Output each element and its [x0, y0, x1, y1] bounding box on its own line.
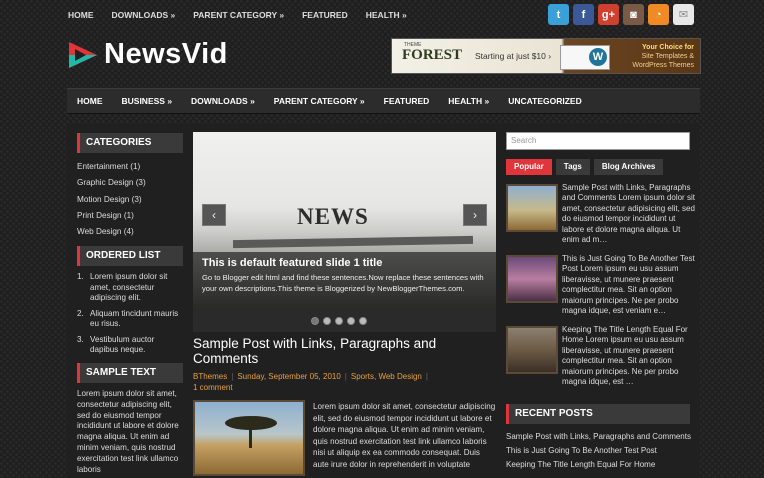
top-nav-parent-category[interactable]: PARENT CATEGORY » [193, 10, 284, 20]
banner-tagline: Your Choice for Site Templates & WordPre… [632, 44, 694, 69]
popular-post-text[interactable]: This is Just Going To Be Another Test Po… [562, 254, 696, 316]
category-link[interactable]: Web Design (4) [77, 224, 183, 240]
banner-brand: FOREST [402, 47, 463, 63]
slider-prev-button[interactable]: ‹ [202, 204, 226, 226]
nav-home[interactable]: HOME [77, 96, 103, 106]
nav-uncategorized[interactable]: UNCATEGORIZED [508, 96, 582, 106]
top-nav-featured[interactable]: FEATURED [302, 10, 348, 20]
post-labels[interactable]: Sports, Web Design [351, 372, 422, 381]
post-comments[interactable]: 1 comment [193, 382, 496, 393]
list-item: 3. Vestibulum auctor dapibus neque. [77, 334, 155, 355]
banner-price: Starting at just $10 › [475, 51, 552, 61]
popular-post-thumbnail[interactable] [506, 326, 558, 374]
slider-dot[interactable] [323, 317, 331, 325]
slide-image-detail [232, 235, 474, 249]
recent-posts-list: Sample Post with Links, Paragraphs and C… [506, 430, 696, 472]
slide-title[interactable]: This is default featured slide 1 title [202, 257, 487, 269]
slide-image-word: NEWS [297, 204, 369, 229]
slider-dot[interactable] [359, 317, 367, 325]
post-date: Sunday, September 05, 2010 [237, 372, 341, 381]
recent-post-link[interactable]: Sample Post with Links, Paragraphs and C… [506, 430, 696, 444]
post-author[interactable]: BThemes [193, 372, 227, 381]
ordered-list-widget: ORDERED LIST 1. Lorem ipsum dolor sit ame… [77, 246, 183, 361]
nav-parent-category[interactable]: PARENT CATEGORY » [274, 96, 365, 106]
slider-dot[interactable] [347, 317, 355, 325]
widget-title: CATEGORIES [77, 133, 183, 153]
categories-widget: CATEGORIES Entertainment (1) Graphic Des… [77, 133, 183, 240]
sidebar-tabs: Popular Tags Blog Archives [506, 159, 664, 175]
nav-downloads[interactable]: DOWNLOADS » [191, 96, 255, 106]
top-nav-health[interactable]: HEALTH » [366, 10, 407, 20]
slide-caption: This is default featured slide 1 title G… [193, 252, 496, 310]
category-link[interactable]: Motion Design (3) [77, 192, 183, 208]
tab-tags[interactable]: Tags [555, 159, 590, 175]
email-icon[interactable]: ✉ [673, 4, 694, 25]
google-plus-icon[interactable]: g+ [598, 4, 619, 25]
slide-description: Go to Blogger edit html and find these s… [202, 273, 484, 293]
slider-dot[interactable] [335, 317, 343, 325]
search-input[interactable]: Search [506, 132, 690, 150]
post-thumbnail[interactable] [193, 400, 305, 476]
slider-dot[interactable] [311, 317, 319, 325]
featured-slider: NEWS ‹ › This is default featured slide … [193, 132, 496, 332]
main-nav: HOME BUSINESS » DOWNLOADS » PARENT CATEG… [67, 88, 700, 114]
top-nav: HOME DOWNLOADS » PARENT CATEGORY » FEATU… [68, 10, 425, 20]
sample-text-widget: SAMPLE TEXT Lorem ipsum dolor sit amet, … [77, 363, 183, 475]
top-bar: HOME DOWNLOADS » PARENT CATEGORY » FEATU… [0, 0, 764, 32]
popular-post-thumbnail[interactable] [506, 255, 558, 303]
post-meta: BThemes | Sunday, September 05, 2010 | Sport… [193, 371, 496, 393]
tab-blog-archives[interactable]: Blog Archives [593, 159, 664, 175]
recent-post-link[interactable]: Keeping The Title Length Equal For Home [506, 458, 696, 472]
nav-business[interactable]: BUSINESS » [122, 96, 173, 106]
popular-post-text[interactable]: Sample Post with Links, Paragraphs and C… [562, 183, 696, 245]
popular-post-thumbnail[interactable] [506, 184, 558, 232]
nav-featured[interactable]: FEATURED [384, 96, 430, 106]
twitter-icon[interactable]: t [548, 4, 569, 25]
facebook-icon[interactable]: f [573, 4, 594, 25]
post-excerpt: Lorem ipsum dolor sit amet, consectetur … [313, 402, 496, 469]
list-item: 1. Lorem ipsum dolor sit amet, consectetu… [77, 272, 168, 302]
nav-health[interactable]: HEALTH » [448, 96, 489, 106]
wordpress-icon [560, 45, 610, 70]
category-link[interactable]: Graphic Design (3) [77, 175, 183, 191]
rss-icon[interactable]: ◔ [648, 4, 669, 25]
site-title: NewsVid [104, 38, 228, 70]
play-logo-icon [69, 41, 97, 68]
list-item: 2. Aliquam tincidunt mauris eu risus. [77, 308, 179, 329]
site-logo[interactable]: NewsVid [66, 38, 228, 71]
top-nav-home[interactable]: HOME [68, 10, 94, 20]
tab-popular[interactable]: Popular [506, 159, 552, 175]
popular-post-text[interactable]: Keeping The Title Length Equal For Home … [562, 325, 696, 387]
category-link[interactable]: Entertainment (1) [77, 159, 183, 175]
sample-text-body: Lorem ipsum dolor sit amet, consectetur … [77, 389, 179, 474]
post-title[interactable]: Sample Post with Links, Paragraphs and C… [193, 336, 493, 366]
slider-pagination [311, 317, 367, 325]
category-link[interactable]: Print Design (1) [77, 208, 183, 224]
recent-post-link[interactable]: This is Just Going To Be Another Test Po… [506, 444, 696, 458]
widget-title: RECENT POSTS [506, 404, 690, 424]
slider-next-button[interactable]: › [463, 204, 487, 226]
top-nav-downloads[interactable]: DOWNLOADS » [112, 10, 176, 20]
recent-posts-widget: RECENT POSTS [506, 404, 690, 424]
widget-title: SAMPLE TEXT [77, 363, 183, 383]
social-icons: t f g+ ◙ ◔ ✉ [548, 4, 694, 25]
themeforest-banner[interactable]: THEME FOREST Starting at just $10 › Your… [391, 38, 701, 74]
widget-title: ORDERED LIST [77, 246, 183, 266]
thumbnail-trunk [249, 426, 252, 448]
instagram-icon[interactable]: ◙ [623, 4, 644, 25]
